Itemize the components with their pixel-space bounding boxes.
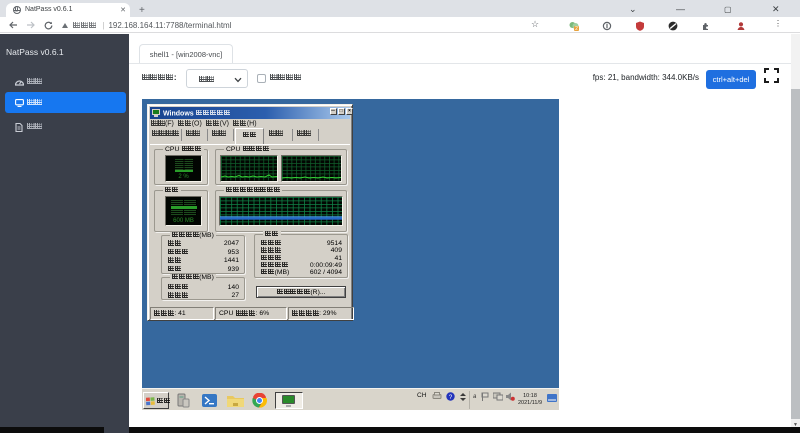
svg-text:2: 2 bbox=[575, 26, 578, 31]
